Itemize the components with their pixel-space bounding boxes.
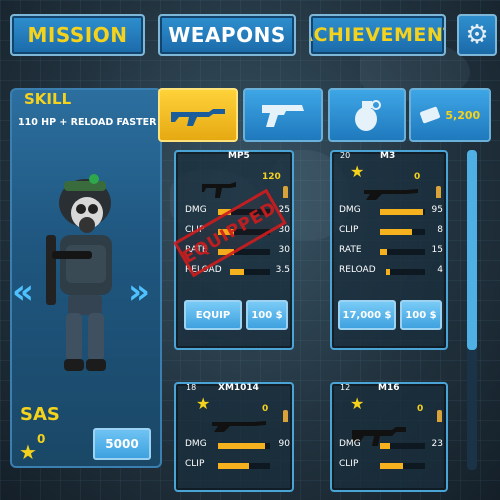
weapon-level: 18 [186,383,197,392]
buy-character-button[interactable]: 5000 [93,428,151,460]
reload-value: 4 [437,265,443,275]
tab-achievement[interactable]: ACHIEVEMENT [309,14,446,56]
weapon-stars: 120 [262,172,281,182]
clip-label: CLIP [185,459,205,469]
grenade-icon [355,100,381,131]
character-name: SAS [20,404,60,425]
tab-mission[interactable]: MISSION [10,14,145,56]
upgrade-button[interactable]: 100 $ [400,300,442,330]
m3-gun-image [364,189,418,200]
mp5-gun-image [202,182,236,198]
buy-weapon-button[interactable]: 17,000 $ [338,300,396,330]
prev-character-button[interactable]: « [12,272,34,312]
currency-display[interactable]: 5,200 [409,88,491,142]
soldier-character [46,174,112,371]
reload-label: RELOAD [339,265,376,275]
clip-value: 8 [437,225,443,235]
next-character-button[interactable]: » [128,272,150,312]
skill-description: 110 HP + RELOAD FASTER [18,117,157,128]
weapon-name: M16 [378,383,400,393]
weapon-stars: 0 [417,404,424,414]
rate-label: RATE [339,245,362,255]
category-grenades[interactable] [328,88,406,142]
ammo-icon [436,186,441,198]
weapons-scrollbar-thumb[interactable] [467,150,477,350]
weapon-stars: 0 [262,404,269,414]
dmg-label: DMG [185,205,207,215]
character-stars: 0 [37,432,46,446]
dmg-label: DMG [185,439,207,449]
ammo-icon [283,186,288,198]
ammo-icon [437,410,442,422]
weapon-name: XM1014 [218,383,259,393]
category-pistols[interactable] [243,88,323,142]
rate-value: 15 [431,245,443,255]
star-icon: ★ [19,440,37,464]
dmg-value: 23 [431,439,443,449]
category-rifles[interactable] [158,88,238,142]
clip-label: CLIP [339,459,359,469]
equip-button[interactable]: EQUIP [184,300,242,330]
rifle-icon [171,109,225,126]
reload-bar [386,269,425,275]
dmg-label: DMG [339,439,361,449]
pistol-icon [262,105,304,127]
ammo-icon [283,410,288,422]
star-icon: ★ [196,394,211,413]
gear-icon: ⚙ [465,20,489,50]
dmg-bar [380,209,425,215]
dmg-value: 95 [431,205,443,215]
dmg-label: DMG [339,205,361,215]
weapon-stars: 0 [414,172,421,182]
weapon-level: 12 [340,383,351,392]
weapon-level: 20 [340,151,351,160]
settings-button[interactable]: ⚙ [457,14,497,56]
upgrade-button[interactable]: 100 $ [246,300,288,330]
star-icon: ★ [350,394,365,413]
reload-bar [230,269,270,275]
dmg-bar [218,443,270,449]
cash-icon [419,106,440,124]
clip-label: CLIP [339,225,359,235]
clip-bar [380,229,425,235]
skill-title: SKILL [24,90,72,108]
dmg-value: 90 [278,439,290,449]
weapon-card-xm1014[interactable] [174,382,294,492]
dmg-bar [380,443,425,449]
rate-value: 30 [278,245,290,255]
currency-value: 5,200 [445,108,481,122]
weapon-name: M3 [380,151,396,161]
clip-bar [218,463,270,469]
rate-bar [380,249,425,255]
star-icon: ★ [350,162,365,181]
tab-weapons[interactable]: WEAPONS [158,14,296,56]
clip-bar [380,463,425,469]
weapon-name: MP5 [228,151,250,161]
xm1014-gun-image [212,421,266,432]
reload-value: 3.5 [275,265,290,275]
